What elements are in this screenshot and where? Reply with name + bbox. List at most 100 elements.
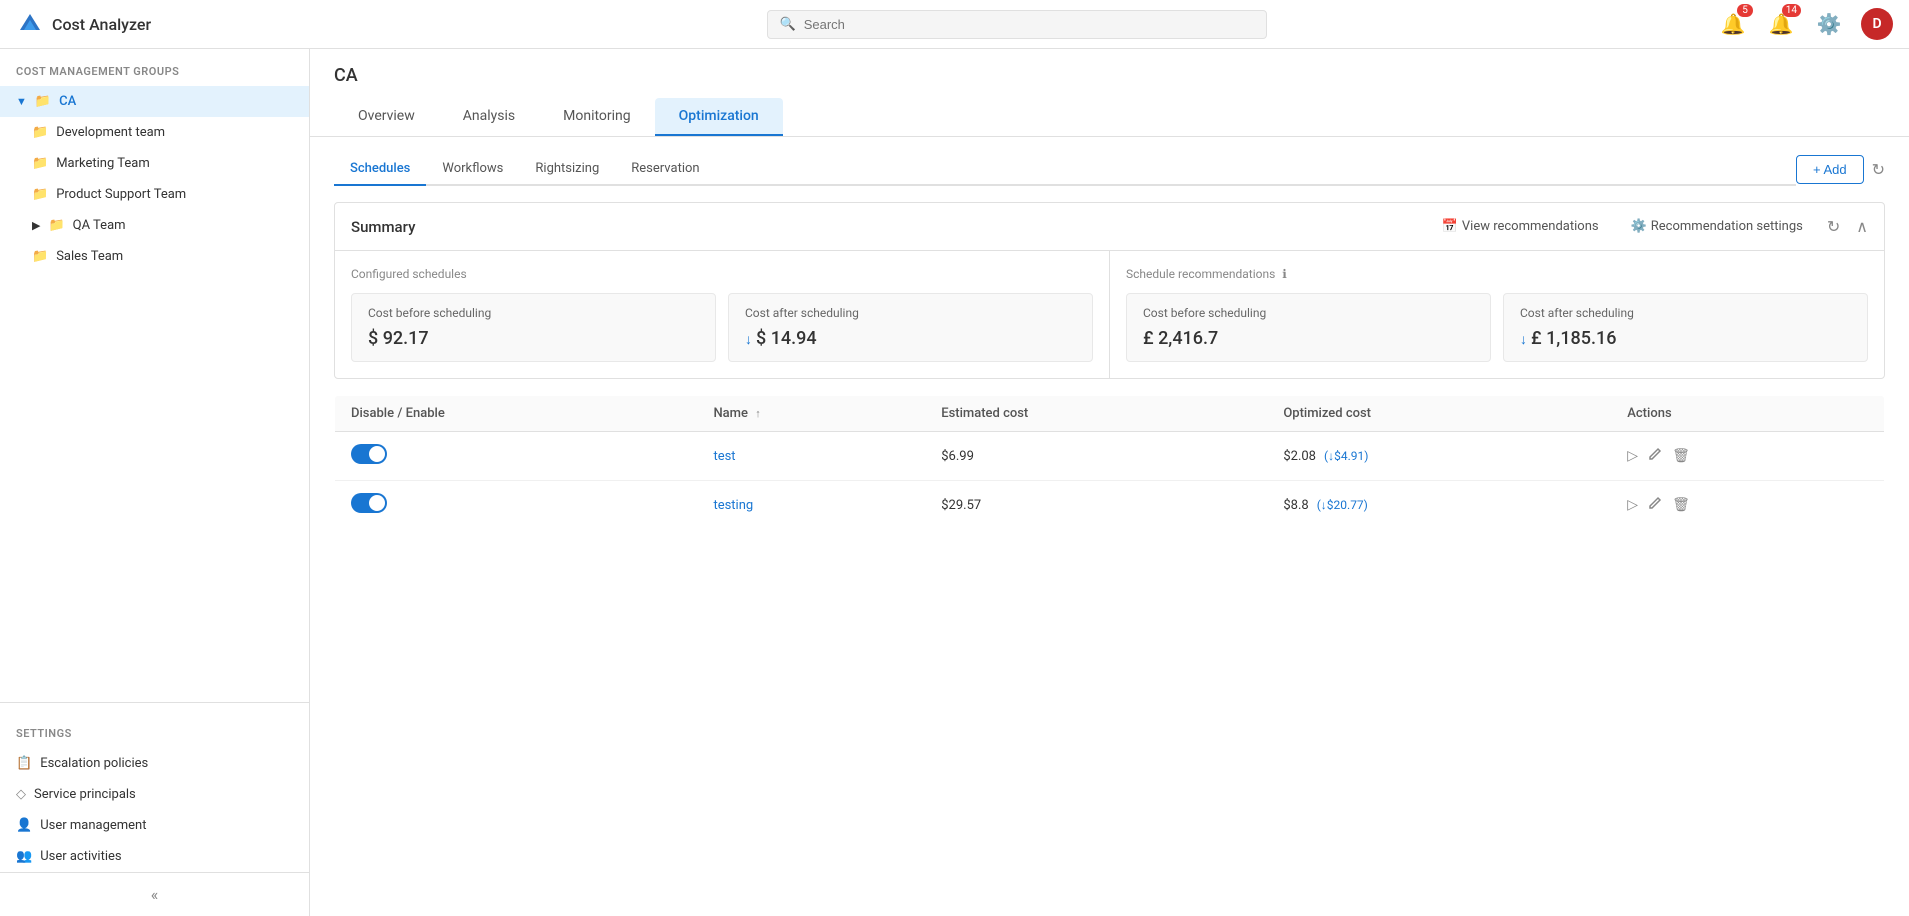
summary-refresh-icon[interactable]: ↻	[1827, 217, 1840, 236]
cost-before-scheduling-card: Cost before scheduling $ 92.17	[351, 293, 716, 362]
sidebar-item-label: Development team	[56, 125, 165, 140]
content-area: CA Overview Analysis Monitoring Optimiza…	[310, 49, 1909, 916]
sub-tab-rightsizing[interactable]: Rightsizing	[519, 153, 615, 186]
col-optimized-cost: Optimized cost	[1267, 396, 1611, 432]
schedule-table: Disable / Enable Name ↑ Estimated cost O…	[334, 395, 1885, 530]
folder-icon: 📁	[48, 218, 64, 233]
configured-schedules-section: Configured schedules Cost before schedul…	[335, 251, 1109, 378]
configured-schedules-label: Configured schedules	[351, 267, 1093, 281]
cost-after-scheduling-card: Cost after scheduling ↓$ 14.94	[728, 293, 1093, 362]
sidebar-item-escalation-policies[interactable]: 📋 Escalation policies	[0, 748, 309, 779]
sidebar-item-user-activities[interactable]: 👥 User activities	[0, 841, 309, 872]
user-activities-icon: 👥	[16, 849, 32, 864]
content-header: CA Overview Analysis Monitoring Optimiza…	[310, 49, 1909, 137]
row2-run-icon[interactable]: ▷	[1627, 497, 1638, 513]
sidebar-item-service-principals[interactable]: ◇ Service principals	[0, 779, 309, 810]
summary-title: Summary	[351, 218, 1418, 236]
notifications-badge: 5	[1737, 4, 1753, 17]
tab-analysis[interactable]: Analysis	[439, 98, 539, 136]
chevron-right-icon: ▶	[32, 219, 40, 232]
notifications-button[interactable]: 🔔 5	[1717, 8, 1749, 40]
sidebar-item-development-team[interactable]: 📁 Development team	[0, 117, 309, 148]
info-icon[interactable]: ℹ	[1282, 267, 1287, 281]
table-row: test $6.99 $2.08 (↓$4.91) ▷	[335, 432, 1885, 481]
rec-cost-after-amount: £ 1,185.16	[1531, 328, 1616, 349]
folder-icon: 📁	[32, 156, 48, 171]
row1-name-link[interactable]: test	[713, 449, 735, 464]
row1-run-icon[interactable]: ▷	[1627, 448, 1638, 464]
row1-edit-icon[interactable]	[1648, 447, 1662, 465]
row2-optimized-cost-cell: $8.8 (↓$20.77)	[1267, 481, 1611, 530]
add-button[interactable]: + Add	[1796, 155, 1864, 184]
row2-edit-icon[interactable]	[1648, 496, 1662, 514]
sidebar-item-label: Escalation policies	[40, 756, 148, 771]
col-name[interactable]: Name ↑	[697, 396, 925, 432]
sidebar-item-label: User activities	[40, 849, 121, 864]
col-estimated-cost: Estimated cost	[925, 396, 1267, 432]
sidebar-item-ca[interactable]: ▼ 📁 CA	[0, 86, 309, 117]
row2-delete-icon[interactable]: 🗑	[1672, 497, 1690, 513]
recommendation-settings-button[interactable]: ⚙️ Recommendation settings	[1623, 215, 1811, 238]
rec-down-arrow-icon: ↓	[1520, 332, 1527, 348]
sidebar-item-product-support-team[interactable]: 📁 Product Support Team	[0, 179, 309, 210]
gear-icon: ⚙️	[1817, 12, 1842, 36]
table-header-row: Disable / Enable Name ↑ Estimated cost O…	[335, 396, 1885, 432]
row1-toggle[interactable]	[351, 444, 387, 464]
row1-optimized-value: $2.08	[1283, 449, 1316, 464]
cost-after-label: Cost after scheduling	[745, 306, 1076, 320]
settings-icon: ⚙️	[1631, 219, 1647, 234]
tab-monitoring[interactable]: Monitoring	[539, 98, 655, 136]
summary-collapse-button[interactable]: ∧	[1856, 217, 1868, 236]
cost-before-value: $ 92.17	[368, 328, 699, 349]
chevron-down-icon: ▼	[16, 95, 27, 108]
rec-cost-before-value: £ 2,416.7	[1143, 328, 1474, 349]
search-input[interactable]	[804, 17, 1254, 32]
row1-savings-badge: (↓$4.91)	[1324, 449, 1368, 463]
row2-toggle[interactable]	[351, 493, 387, 513]
sub-tab-actions: + Add ↻	[1796, 155, 1885, 184]
cost-before-label: Cost before scheduling	[368, 306, 699, 320]
sub-tab-schedules[interactable]: Schedules	[334, 153, 426, 186]
sidebar-item-label: Service principals	[34, 787, 136, 802]
search-box[interactable]: 🔍	[767, 10, 1267, 39]
alerts-button[interactable]: 🔔 14	[1765, 8, 1797, 40]
row2-toggle-cell	[335, 481, 698, 530]
view-recommendations-button[interactable]: 📅 View recommendations	[1434, 215, 1607, 238]
sidebar-item-label: User management	[40, 818, 146, 833]
sidebar-item-marketing-team[interactable]: 📁 Marketing Team	[0, 148, 309, 179]
sidebar-item-qa-team[interactable]: ▶ 📁 QA Team	[0, 210, 309, 241]
cost-after-value: ↓$ 14.94	[745, 328, 1076, 349]
sidebar-item-sales-team[interactable]: 📁 Sales Team	[0, 241, 309, 272]
row1-name-cell: test	[697, 432, 925, 481]
row1-actions-cell: ▷ 🗑	[1611, 432, 1884, 481]
recommendation-settings-label: Recommendation settings	[1651, 219, 1803, 234]
summary-card: Summary 📅 View recommendations ⚙️ Recomm…	[334, 202, 1885, 379]
col-name-label: Name	[713, 406, 748, 421]
sidebar-collapse-button[interactable]: «	[151, 885, 159, 904]
alerts-badge: 14	[1782, 4, 1801, 17]
settings-button[interactable]: ⚙️	[1813, 8, 1845, 40]
refresh-icon[interactable]: ↻	[1872, 160, 1885, 179]
sub-tab-reservation[interactable]: Reservation	[615, 153, 715, 186]
user-avatar[interactable]: D	[1861, 8, 1893, 40]
row2-optimized-value: $8.8	[1283, 498, 1308, 513]
sidebar-footer: «	[0, 872, 309, 916]
main-layout: COST MANAGEMENT GROUPS ▼ 📁 CA 📁 Developm…	[0, 49, 1909, 916]
search-icon: 🔍	[780, 17, 796, 32]
row2-name-link[interactable]: testing	[713, 498, 753, 513]
sub-tab-workflows[interactable]: Workflows	[426, 153, 519, 186]
down-arrow-icon: ↓	[745, 332, 752, 348]
sidebar-item-user-management[interactable]: 👤 User management	[0, 810, 309, 841]
user-mgmt-icon: 👤	[16, 818, 32, 833]
page-title: CA	[334, 65, 1885, 86]
main-tabs: Overview Analysis Monitoring Optimizatio…	[334, 98, 1885, 136]
row1-delete-icon[interactable]: 🗑	[1672, 448, 1690, 464]
sidebar-item-label: Sales Team	[56, 249, 123, 264]
tab-overview[interactable]: Overview	[334, 98, 439, 136]
rec-cost-after-card: Cost after scheduling ↓£ 1,185.16	[1503, 293, 1868, 362]
row2-estimated-cost-cell: $29.57	[925, 481, 1267, 530]
tab-optimization[interactable]: Optimization	[655, 98, 783, 136]
summary-header: Summary 📅 View recommendations ⚙️ Recomm…	[335, 203, 1884, 251]
summary-body: Configured schedules Cost before schedul…	[335, 251, 1884, 378]
row1-toggle-cell	[335, 432, 698, 481]
